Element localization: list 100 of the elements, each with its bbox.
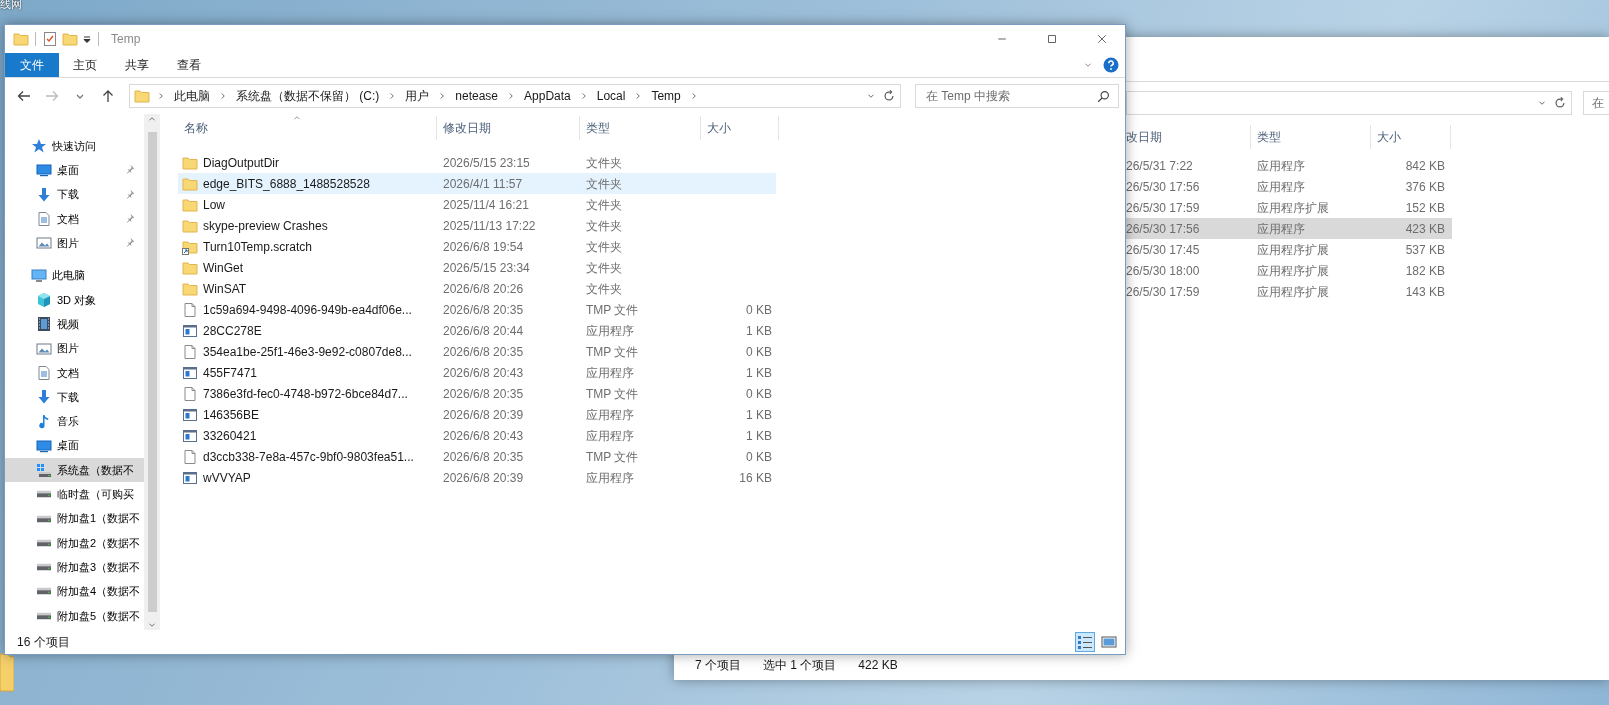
size-cell-text: 0 KB (745, 301, 773, 319)
type-cell-text: 文件夹 (585, 259, 623, 277)
file-name[interactable]: 28CC278E (203, 321, 262, 340)
folder-icon (134, 88, 150, 104)
status-text: 7 个项目 (695, 657, 741, 674)
sidebar-item[interactable]: 系统盘（数据不 (5, 457, 144, 483)
search-box[interactable]: 在 (1583, 90, 1609, 115)
breadcrumb[interactable]: 此电脑 (172, 87, 212, 105)
column-header[interactable]: 修改日期 (437, 116, 580, 140)
sidebar-item[interactable]: 桌面 (5, 433, 144, 458)
sidebar-item[interactable]: 下载 (5, 182, 144, 207)
dropdown-icon (82, 34, 92, 44)
date-cell-text: 26/5/30 17:59 (1126, 199, 1201, 217)
breadcrumb[interactable]: Temp (649, 87, 683, 105)
search-field[interactable]: 在 Temp 中搜索 (924, 86, 1097, 106)
date-cell-text: 2026/6/8 20:35 (442, 448, 525, 466)
sidebar-item[interactable]: 快速访问 (5, 134, 144, 159)
search-field[interactable]: 在 (1590, 92, 1609, 113)
search-box[interactable]: 在 Temp 中搜索 (915, 84, 1119, 108)
file-name[interactable]: WinSAT (203, 279, 247, 298)
type-cell-text: 文件夹 (585, 217, 623, 235)
type-cell-text: 应用程序 (1256, 220, 1306, 238)
back-icon (16, 88, 32, 104)
column-header[interactable]: 类型 (1251, 125, 1371, 149)
sidebar-item[interactable]: 音乐 (5, 409, 144, 434)
sidebar-item[interactable]: 桌面 (5, 158, 144, 183)
drive-icon (36, 538, 52, 547)
sidebar-item[interactable]: 下载 (5, 384, 144, 410)
ribbon-tab[interactable]: 主页 (59, 53, 111, 77)
application-icon (182, 469, 198, 486)
sidebar-item[interactable]: 附加盘2（数据不 (5, 530, 144, 556)
breadcrumb[interactable]: 用户 (403, 87, 432, 105)
sidebar-item[interactable]: 文档 (5, 206, 144, 232)
file-name[interactable]: 455F7471 (203, 363, 258, 382)
folder-icon (13, 31, 29, 47)
breadcrumb[interactable]: netease (453, 87, 501, 105)
ribbon-tab[interactable]: 共享 (111, 53, 163, 77)
date-cell-text: 26/5/30 17:56 (1126, 220, 1201, 238)
file-name[interactable]: WinGet (203, 258, 243, 277)
file-name[interactable]: Turn10Temp.scratch (203, 237, 312, 256)
sidebar-item[interactable]: 图片 (5, 336, 144, 361)
close-icon (1096, 33, 1108, 45)
address-bar[interactable]: 此电脑 系统盘（数据不保留） (C:) 用户 netease AppData Local Temp (129, 84, 901, 108)
back-button[interactable] (16, 88, 32, 104)
size-cell-text: 1 KB (745, 364, 773, 382)
file-name[interactable]: wVVYAP (203, 468, 251, 487)
status-text: 选中 1 个项目 (763, 657, 837, 674)
size-cell-text: 376 KB (1404, 178, 1446, 196)
file-name[interactable]: skype-preview Crashes (203, 216, 328, 235)
sidebar-item[interactable]: 附加盘4（数据不 (5, 579, 144, 604)
file-row[interactable]: edge_BITS_6888_1488528528 2026/4/1 11:57 文件夹 (178, 173, 776, 194)
file-name[interactable]: edge_BITS_6888_1488528528 (203, 174, 370, 193)
file-name[interactable]: Low (203, 195, 225, 214)
size-cell-text: 1 KB (745, 322, 773, 340)
sidebar-item[interactable]: 视频 (5, 312, 144, 337)
folder-icon[interactable] (0, 652, 14, 692)
file-name[interactable]: 354ea1be-25f1-46e3-9e92-c0807de8... (203, 342, 412, 361)
column-header[interactable]: 大小 (701, 116, 779, 140)
type-cell-text: 文件夹 (585, 175, 623, 193)
sidebar-item[interactable]: 3D 对象 (5, 287, 144, 313)
sidebar-item[interactable]: 此电脑 (5, 263, 144, 288)
drive-icon (36, 587, 52, 596)
type-cell-text: 应用程序扩展 (1256, 241, 1330, 259)
file-name[interactable]: d3ccb338-7e8a-457c-9bf0-9803fea51... (203, 447, 414, 466)
file-menu-button[interactable]: 文件 (5, 53, 59, 77)
file-icon (182, 385, 198, 402)
column-header[interactable]: 大小 (1371, 125, 1451, 149)
drive-icon (36, 490, 52, 499)
column-header[interactable]: 类型 (580, 116, 701, 140)
date-cell-text: 26/5/30 17:45 (1126, 241, 1201, 259)
file-name[interactable]: DiagOutputDir (203, 153, 280, 172)
scrollbar[interactable] (144, 114, 160, 630)
type-cell-text: 应用程序扩展 (1256, 199, 1330, 217)
details-view-button[interactable] (1075, 632, 1095, 652)
ribbon-tab[interactable]: 查看 (163, 53, 215, 77)
file-name[interactable]: 146356BE (203, 405, 260, 424)
picture-icon (36, 235, 52, 252)
file-name[interactable]: 7386e3fd-fec0-4748-b972-6bce84d7... (203, 384, 408, 403)
date-cell-text: 2025/11/4 16:21 (442, 196, 530, 214)
breadcrumb[interactable]: Local (594, 87, 628, 105)
breadcrumb[interactable]: AppData (522, 87, 573, 105)
sidebar-item[interactable]: 附加盘1（数据不 (5, 506, 144, 531)
file-name[interactable]: 1c59a694-9498-4096-949b-ea4df06e... (203, 300, 412, 319)
file-row[interactable]: 26/5/30 17:56 应用程序 423 KB (1126, 218, 1452, 239)
date-cell-text: 26/5/30 17:56 (1126, 178, 1201, 196)
sidebar-item[interactable]: 图片 (5, 231, 144, 256)
file-name[interactable]: 33260421 (203, 426, 257, 445)
size-cell-text: 182 KB (1404, 262, 1446, 280)
sidebar-item[interactable]: 文档 (5, 360, 144, 385)
drive-icon (36, 611, 52, 620)
sidebar-item[interactable]: 附加盘3（数据不 (5, 555, 144, 580)
forward-button[interactable] (44, 88, 60, 104)
forward-icon (44, 88, 60, 104)
drive-icon (36, 514, 52, 523)
folder-icon (182, 259, 198, 276)
sidebar-item[interactable]: 临时盘（可购买 (5, 482, 144, 507)
size-cell-text: 1 KB (745, 406, 773, 424)
column-header[interactable]: 名称 (178, 116, 437, 140)
sidebar-item[interactable]: 附加盘5（数据不 (5, 603, 144, 628)
breadcrumb[interactable]: 系统盘（数据不保留） (C:) (234, 87, 382, 105)
